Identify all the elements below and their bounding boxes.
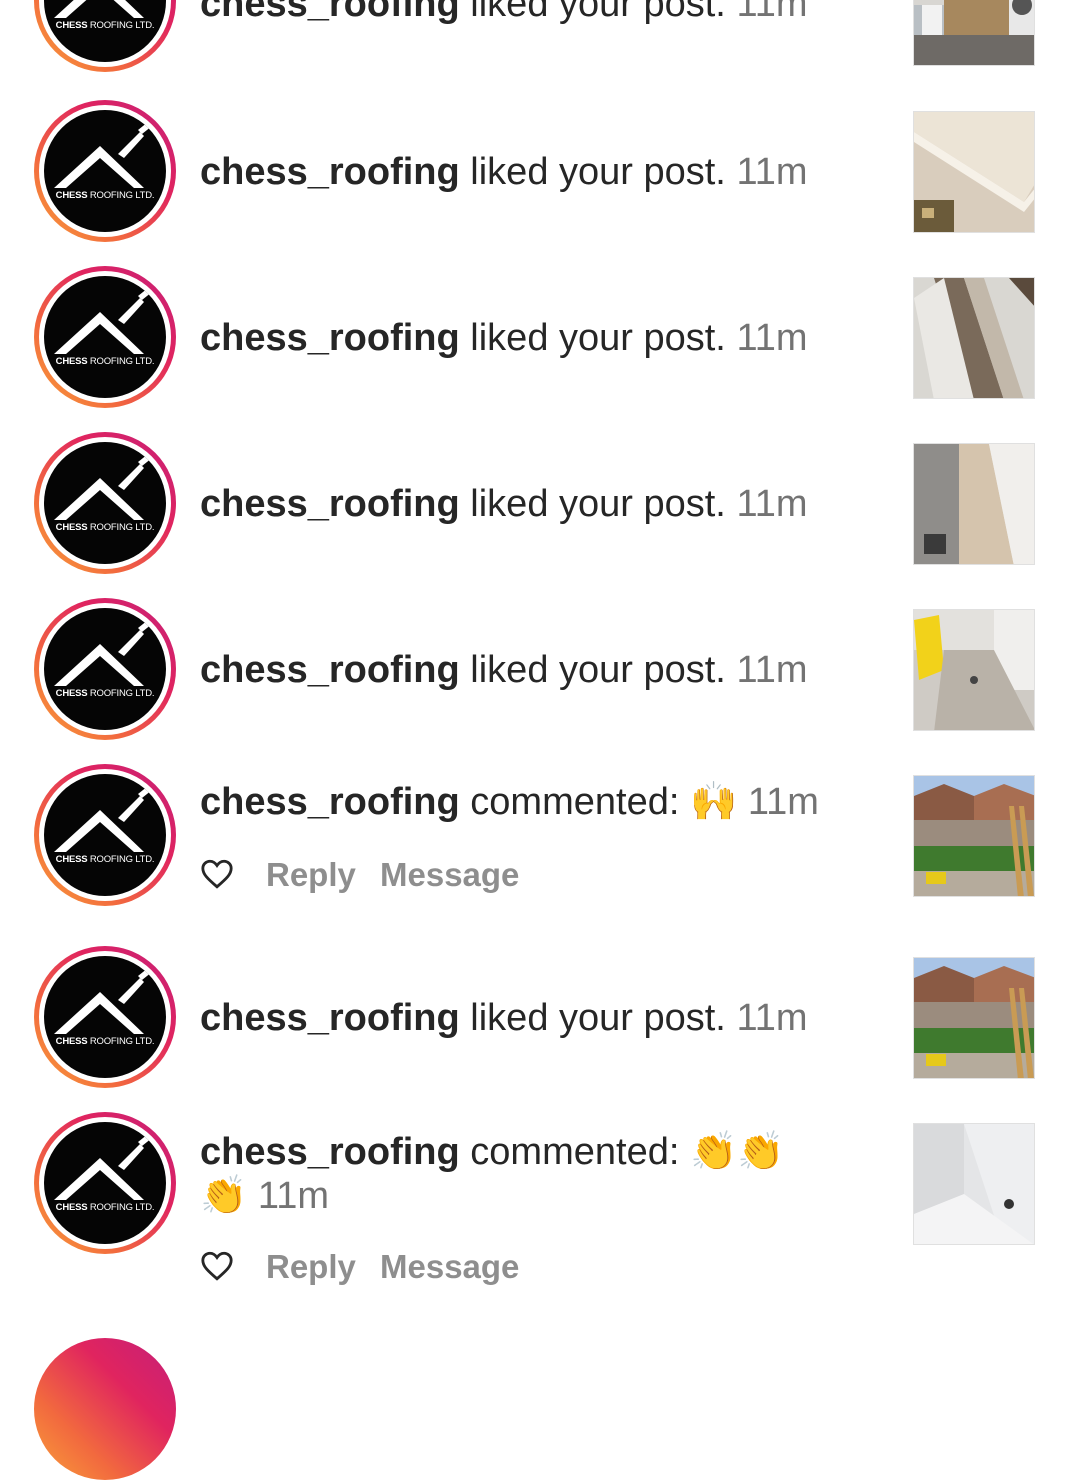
notification-text: chess_roofing liked your post. 11m	[200, 316, 808, 360]
action-text: liked your post.	[470, 317, 726, 359]
post-thumbnail[interactable]	[913, 0, 1035, 66]
chess-roofing-logo: CHESS ROOFING LTD.	[44, 442, 166, 564]
post-thumbnail[interactable]	[913, 277, 1035, 399]
chess-roofing-logo: CHESS ROOFING LTD.	[44, 110, 166, 232]
action-text: commented:	[470, 1131, 680, 1173]
notification-text: chess_roofing liked your post. 11m	[200, 648, 808, 692]
notification-row[interactable]: CHESS ROOFING LTD. chess_roofing liked y…	[0, 266, 1080, 410]
timestamp: 11m	[736, 0, 808, 25]
action-text: liked your post.	[470, 151, 726, 193]
notification-text: chess_roofing commented: 🙌 11m	[200, 780, 819, 824]
notification-row[interactable]: CHESS ROOFING LTD. chess_roofing liked y…	[0, 0, 1080, 76]
action-text: liked your post.	[470, 649, 726, 691]
timestamp: 11m	[736, 997, 808, 1039]
notification-text: chess_roofing commented: 👏👏	[200, 1130, 785, 1174]
timestamp: 11m	[747, 781, 819, 823]
notification-row[interactable]: CHESS ROOFING LTD. chess_roofing liked y…	[0, 598, 1080, 742]
username-link[interactable]: chess_roofing	[200, 0, 460, 25]
message-button[interactable]: Message	[380, 1248, 519, 1286]
raising-hands-emoji: 🙌	[689, 781, 738, 823]
post-thumbnail[interactable]	[913, 443, 1035, 565]
avatar[interactable]: CHESS ROOFING LTD.	[34, 598, 176, 740]
notification-text: chess_roofing liked your post. 11m	[200, 482, 808, 526]
chess-roofing-logo: CHESS ROOFING LTD.	[44, 0, 166, 62]
message-button[interactable]: Message	[380, 856, 519, 894]
notification-text: chess_roofing liked your post. 11m	[200, 150, 808, 194]
post-thumbnail[interactable]	[913, 111, 1035, 233]
notification-row[interactable]: CHESS ROOFING LTD. chess_roofing liked y…	[0, 432, 1080, 576]
heart-icon[interactable]	[200, 1250, 234, 1282]
notification-row[interactable]: CHESS ROOFING LTD. chess_roofing comment…	[0, 1112, 1080, 1302]
activity-feed: CHESS ROOFING LTD. chess_roofing liked y…	[0, 0, 1080, 1480]
clapping-hands-emoji: 👏👏	[689, 1131, 785, 1173]
username-link[interactable]: chess_roofing	[200, 483, 460, 525]
post-thumbnail[interactable]	[913, 775, 1035, 897]
chess-roofing-logo: CHESS ROOFING LTD.	[44, 956, 166, 1078]
timestamp: 11m	[257, 1175, 329, 1217]
reply-button[interactable]: Reply	[266, 1248, 356, 1286]
chess-roofing-logo: CHESS ROOFING LTD.	[44, 276, 166, 398]
action-text: liked your post.	[470, 997, 726, 1039]
avatar[interactable]	[34, 1338, 176, 1480]
action-text: commented:	[470, 781, 680, 823]
username-link[interactable]: chess_roofing	[200, 781, 460, 823]
post-thumbnail[interactable]	[913, 957, 1035, 1079]
timestamp: 11m	[736, 151, 808, 193]
notification-text: chess_roofing liked your post. 11m	[200, 996, 808, 1040]
notification-row[interactable]: CHESS ROOFING LTD. chess_roofing comment…	[0, 764, 1080, 924]
timestamp: 11m	[736, 649, 808, 691]
chess-roofing-logo: CHESS ROOFING LTD.	[44, 1122, 166, 1244]
username-link[interactable]: chess_roofing	[200, 317, 460, 359]
chess-roofing-logo: CHESS ROOFING LTD.	[44, 774, 166, 896]
timestamp: 11m	[736, 483, 808, 525]
avatar[interactable]: CHESS ROOFING LTD.	[34, 0, 176, 72]
reply-button[interactable]: Reply	[266, 856, 356, 894]
heart-icon[interactable]	[200, 858, 234, 890]
action-text: liked your post.	[470, 0, 726, 25]
avatar[interactable]: CHESS ROOFING LTD.	[34, 100, 176, 242]
clapping-hands-emoji: 👏	[200, 1175, 248, 1217]
username-link[interactable]: chess_roofing	[200, 649, 460, 691]
notification-row[interactable]	[0, 1338, 1080, 1480]
avatar[interactable]: CHESS ROOFING LTD.	[34, 1112, 176, 1254]
avatar[interactable]: CHESS ROOFING LTD.	[34, 432, 176, 574]
username-link[interactable]: chess_roofing	[200, 151, 460, 193]
avatar[interactable]: CHESS ROOFING LTD.	[34, 946, 176, 1088]
username-link[interactable]: chess_roofing	[200, 997, 460, 1039]
avatar[interactable]: CHESS ROOFING LTD.	[34, 764, 176, 906]
timestamp: 11m	[736, 317, 808, 359]
avatar[interactable]: CHESS ROOFING LTD.	[34, 266, 176, 408]
notification-text-continued: 👏 11m	[200, 1174, 329, 1218]
post-thumbnail[interactable]	[913, 1123, 1035, 1245]
username-link[interactable]: chess_roofing	[200, 1131, 460, 1173]
notification-row[interactable]: CHESS ROOFING LTD. chess_roofing liked y…	[0, 100, 1080, 244]
notification-row[interactable]: CHESS ROOFING LTD. chess_roofing liked y…	[0, 946, 1080, 1090]
post-thumbnail[interactable]	[913, 609, 1035, 731]
chess-roofing-logo: CHESS ROOFING LTD.	[44, 608, 166, 730]
notification-text: chess_roofing liked your post. 11m	[200, 0, 808, 26]
action-text: liked your post.	[470, 483, 726, 525]
